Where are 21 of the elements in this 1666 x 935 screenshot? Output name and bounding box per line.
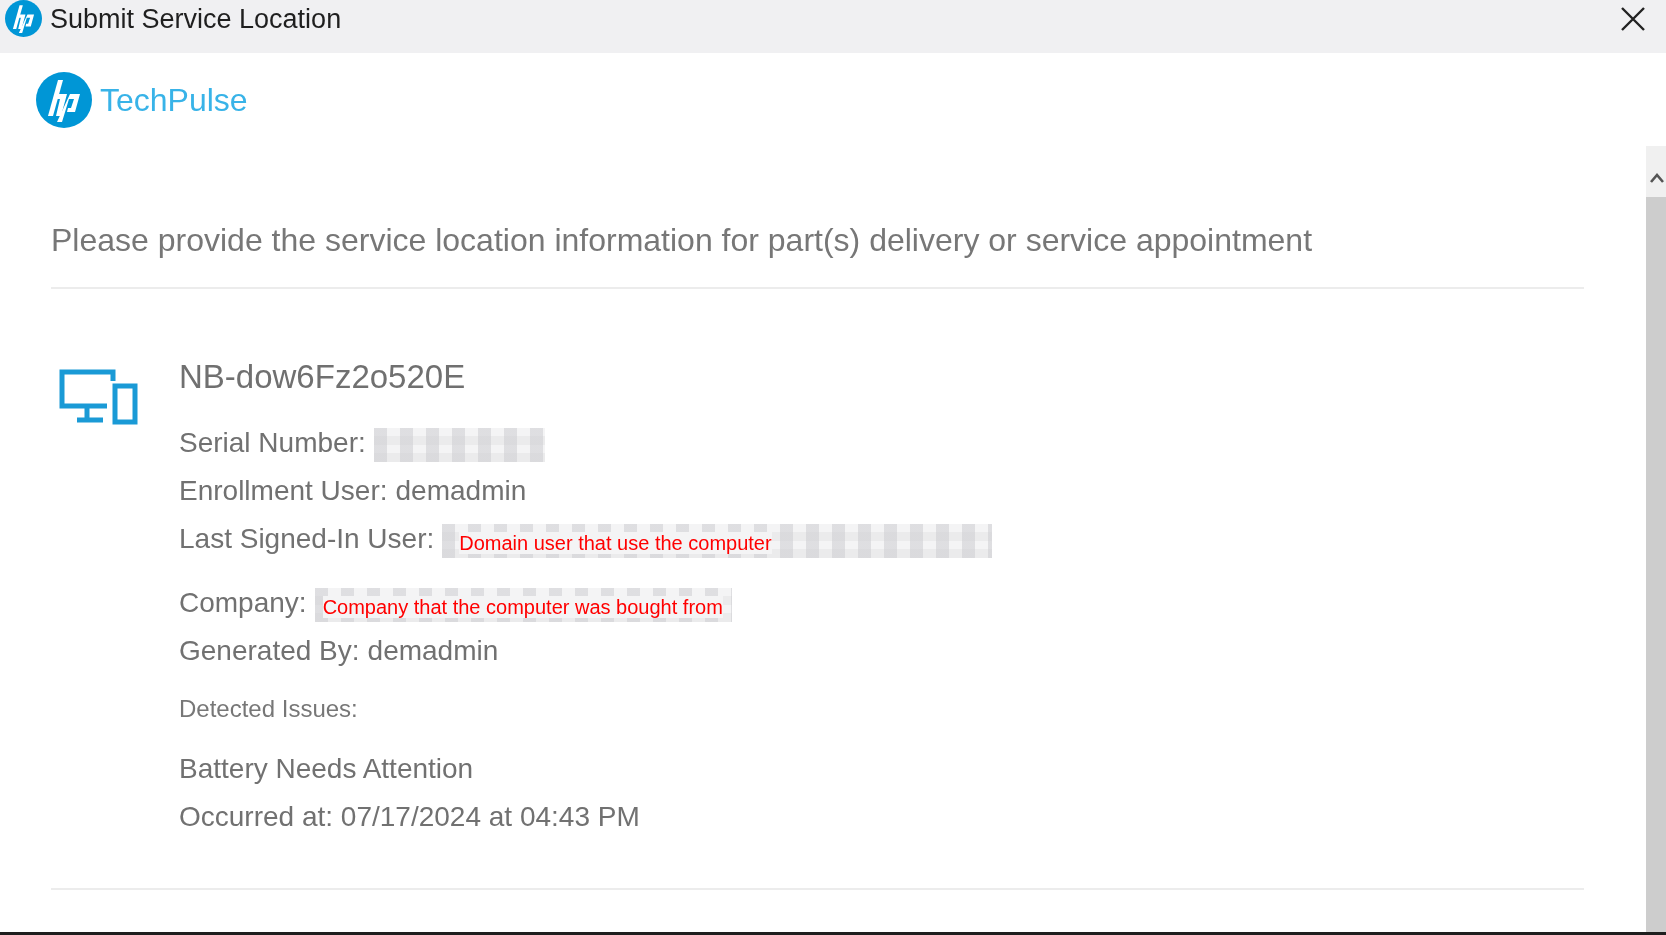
- field-label: Generated By:: [179, 635, 360, 666]
- device-name: NB-dow6Fz2o520E: [179, 357, 467, 397]
- logo-icon: [36, 72, 92, 128]
- brand-name: TechPulse: [100, 81, 248, 120]
- issue-time: Occurred at: 07/17/2024 at 04:43 PM: [179, 800, 641, 834]
- annotation-text: Company that the computer was bought from: [322, 595, 723, 618]
- field-value: demadmin: [367, 635, 499, 666]
- field-label: Serial Number:: [179, 427, 366, 458]
- scroll-up-icon[interactable]: [1650, 173, 1664, 183]
- field-label: Last Signed-In User:: [179, 523, 435, 554]
- devices-icon: [59, 369, 139, 425]
- field-value: demadmin: [395, 475, 527, 506]
- field-label: Enrollment User:: [179, 475, 388, 506]
- instruction-heading: Please provide the service location information for part(s) delivery or service appointment: [51, 221, 1314, 260]
- close-icon: [1621, 7, 1645, 31]
- window-title: Submit Service Location: [50, 3, 342, 36]
- logo-icon: [5, 0, 42, 37]
- issue-title: Battery Needs Attention: [179, 752, 475, 786]
- issues-label: Detected Issues:: [179, 694, 359, 724]
- field-label: Company:: [179, 587, 307, 618]
- annotation-text: Domain user that use the computer: [459, 531, 772, 554]
